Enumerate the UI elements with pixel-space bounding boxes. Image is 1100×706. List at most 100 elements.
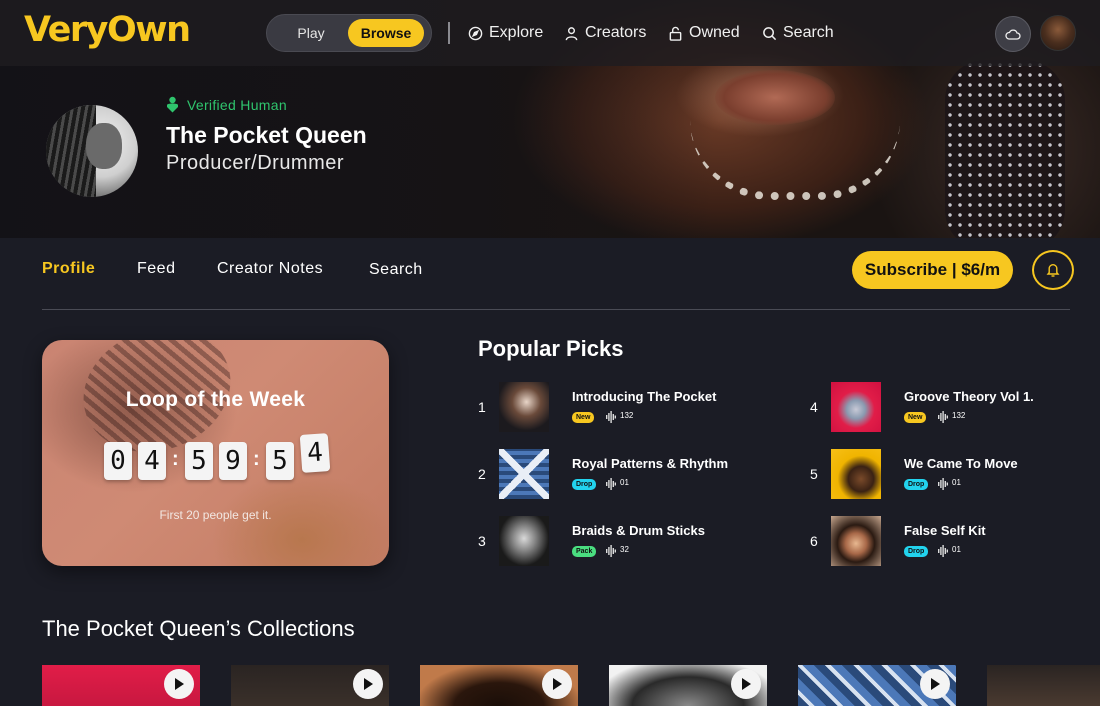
play-icon <box>553 678 562 690</box>
mode-browse-button[interactable]: Browse <box>348 19 424 47</box>
nav-creators[interactable]: Creators <box>564 22 646 44</box>
timer-digit: 5 <box>266 442 294 480</box>
pick-item[interactable]: 1 Introducing The Pocket New 132 <box>478 382 778 432</box>
pick-cover[interactable] <box>831 449 881 499</box>
pick-cover[interactable] <box>499 449 549 499</box>
nav-creators-label: Creators <box>585 24 647 41</box>
timer-digit: 4 <box>299 433 331 473</box>
pick-cover[interactable] <box>831 516 881 566</box>
collection-card[interactable] <box>987 665 1100 706</box>
play-icon <box>931 678 940 690</box>
pick-cover[interactable] <box>499 516 549 566</box>
verified-icon <box>167 96 178 113</box>
pick-play-count: 01 <box>952 545 961 554</box>
pick-badge: New <box>572 412 595 423</box>
nav-search[interactable]: Search <box>762 22 834 44</box>
search-icon <box>763 26 777 40</box>
top-nav: VeryOwn Play Browse Explore Creators Own… <box>0 0 1100 66</box>
timer-digit: 4 <box>138 442 166 480</box>
pick-rank: 2 <box>478 466 486 482</box>
pick-rank: 3 <box>478 533 486 549</box>
collections-title: The Pocket Queen’s Collections <box>42 616 355 641</box>
notify-button[interactable] <box>1032 250 1074 290</box>
pick-play-count: 132 <box>952 411 966 420</box>
logo[interactable]: VeryOwn <box>24 10 191 50</box>
pick-item[interactable]: 3 Braids & Drum Sticks Pack 32 <box>478 516 778 566</box>
nav-owned-label: Owned <box>689 24 740 41</box>
pick-title[interactable]: Introducing The Pocket <box>572 389 716 404</box>
mode-play-button[interactable]: Play <box>277 19 345 47</box>
timer-digit: 0 <box>104 442 132 480</box>
tab-feed[interactable]: Feed <box>137 260 175 278</box>
pick-title[interactable]: False Self Kit <box>904 523 986 538</box>
timer-digit: 9 <box>219 442 247 480</box>
verified-badge: Verified Human <box>166 96 287 113</box>
loop-of-the-week-card[interactable]: Loop of the Week 0 4 : 5 9 : 5 4 First 2… <box>42 340 389 566</box>
play-icon <box>175 678 184 690</box>
play-button[interactable] <box>920 669 950 699</box>
timer-digit: 5 <box>185 442 213 480</box>
nav-explore[interactable]: Explore <box>468 22 543 44</box>
pick-item[interactable]: 2 Royal Patterns & Rhythm Drop 01 <box>478 449 778 499</box>
pick-cover[interactable] <box>831 382 881 432</box>
pick-badge: Drop <box>904 546 929 557</box>
pick-play-count: 132 <box>620 411 634 420</box>
nav-owned[interactable]: Owned <box>668 22 740 44</box>
user-avatar[interactable] <box>1040 15 1076 51</box>
subscribe-button[interactable]: Subscribe | $6/m <box>852 251 1013 289</box>
pick-rank: 5 <box>810 466 818 482</box>
mode-toggle: Play Browse <box>266 14 432 52</box>
verified-label: Verified Human <box>187 96 287 113</box>
timer-colon: : <box>172 448 179 470</box>
compass-icon <box>468 26 483 40</box>
pick-title[interactable]: Groove Theory Vol 1. <box>904 389 1034 404</box>
collection-card[interactable] <box>420 665 578 706</box>
pick-play-count: 32 <box>620 545 629 554</box>
play-icon <box>742 678 751 690</box>
creator-role: Producer/Drummer <box>166 152 345 174</box>
timer-colon: : <box>253 448 260 470</box>
tab-search[interactable]: Search <box>369 261 423 279</box>
waveform-icon <box>606 411 616 423</box>
tab-creator-notes[interactable]: Creator Notes <box>217 260 323 278</box>
popular-picks-title: Popular Picks <box>478 336 624 361</box>
play-button[interactable] <box>164 669 194 699</box>
cloud-icon <box>1005 29 1021 40</box>
avatar-face <box>86 123 122 169</box>
collection-card[interactable] <box>231 665 389 706</box>
pick-badge: Drop <box>572 479 597 490</box>
pick-play-count: 01 <box>952 478 961 487</box>
tab-divider <box>42 309 1070 310</box>
creator-name: The Pocket Queen <box>166 122 367 148</box>
collection-card[interactable] <box>42 665 200 706</box>
waveform-icon <box>938 411 948 423</box>
play-button[interactable] <box>542 669 572 699</box>
collection-card[interactable] <box>798 665 956 706</box>
play-button[interactable] <box>353 669 383 699</box>
pick-title[interactable]: We Came To Move <box>904 456 1018 471</box>
pick-badge: Drop <box>904 479 929 490</box>
waveform-icon <box>606 478 616 490</box>
countdown-timer: 0 4 : 5 9 : 5 4 <box>104 432 334 484</box>
pick-item[interactable]: 6 False Self Kit Drop 01 <box>810 516 1100 566</box>
nav-search-label: Search <box>783 24 834 41</box>
pick-rank: 4 <box>810 399 818 415</box>
waveform-icon <box>938 478 948 490</box>
pick-title[interactable]: Royal Patterns & Rhythm <box>572 456 728 471</box>
pick-cover[interactable] <box>499 382 549 432</box>
pick-title[interactable]: Braids & Drum Sticks <box>572 523 705 538</box>
pick-rank: 1 <box>478 399 486 415</box>
collection-card[interactable] <box>609 665 767 706</box>
waveform-icon <box>606 545 616 557</box>
tab-profile[interactable]: Profile <box>42 260 95 278</box>
loop-subtitle: First 20 people get it. <box>159 508 272 522</box>
cloud-button[interactable] <box>995 16 1031 52</box>
pick-item[interactable]: 4 Groove Theory Vol 1. New 132 <box>810 382 1100 432</box>
loop-title: Loop of the Week <box>125 388 306 411</box>
lock-icon <box>669 26 682 41</box>
pick-item[interactable]: 5 We Came To Move Drop 01 <box>810 449 1100 499</box>
play-icon <box>364 678 373 690</box>
pick-play-count: 01 <box>620 478 629 487</box>
play-button[interactable] <box>731 669 761 699</box>
person-icon <box>565 26 578 40</box>
